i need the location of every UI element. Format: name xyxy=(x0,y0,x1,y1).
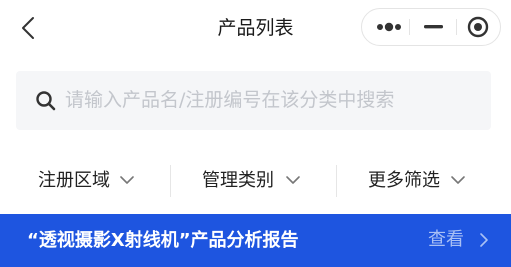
view-button[interactable]: 查看 xyxy=(428,227,464,253)
capsule-divider xyxy=(409,19,410,35)
chevron-right-icon xyxy=(480,233,488,247)
chevron-down-icon xyxy=(286,176,300,184)
target-close-icon xyxy=(467,16,489,38)
minimize-icon xyxy=(424,25,443,29)
filter-bar: 注册区域 管理类别 更多筛选 xyxy=(0,156,511,206)
more-dots-icon xyxy=(377,22,401,32)
filter-label: 更多筛选 xyxy=(368,170,440,191)
chevron-down-icon xyxy=(120,176,134,184)
chevron-down-icon xyxy=(451,176,465,184)
page: 产品列表 请输入产品名/注册编号在该分类中搜索 注册区域 管理类别 更多筛选 “… xyxy=(0,0,511,267)
minimize-button[interactable] xyxy=(412,9,456,45)
close-button[interactable] xyxy=(456,9,500,45)
nav-bar: 产品列表 xyxy=(0,0,511,56)
filter-label: 管理类别 xyxy=(202,170,274,191)
report-banner[interactable]: “透视摄影X射线机”产品分析报告 查看 xyxy=(0,214,511,267)
back-button[interactable] xyxy=(14,12,46,44)
filter-management-category[interactable]: 管理类别 xyxy=(171,156,341,206)
filter-registration-region[interactable]: 注册区域 xyxy=(0,156,170,206)
search-input[interactable]: 请输入产品名/注册编号在该分类中搜索 xyxy=(16,71,491,130)
filter-more[interactable]: 更多筛选 xyxy=(337,156,507,206)
search-placeholder: 请输入产品名/注册编号在该分类中搜索 xyxy=(65,89,395,111)
banner-title: “透视摄影X射线机”产品分析报告 xyxy=(27,230,299,251)
chevron-left-icon xyxy=(22,17,34,39)
search-icon xyxy=(36,91,56,111)
filter-label: 注册区域 xyxy=(38,170,110,191)
more-button[interactable] xyxy=(366,9,410,45)
mini-program-capsule xyxy=(361,8,501,46)
